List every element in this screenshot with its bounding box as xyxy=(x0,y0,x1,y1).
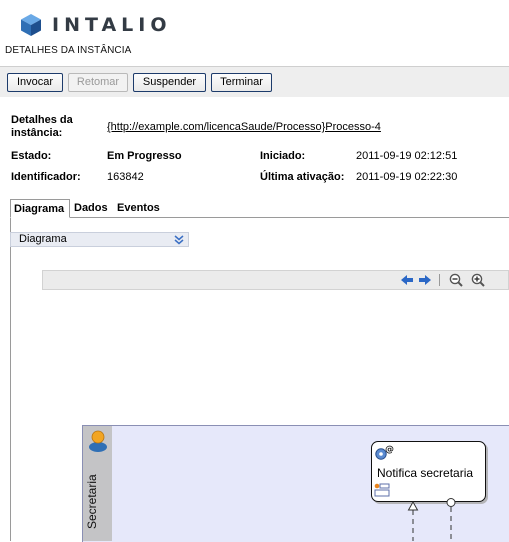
controls-divider xyxy=(439,274,440,286)
arrow-left-icon[interactable] xyxy=(400,273,414,287)
double-chevron-down-icon xyxy=(174,235,184,245)
tab-events[interactable]: Eventos xyxy=(114,199,168,217)
diagram-controls-bar xyxy=(42,270,509,290)
last-activation-label: Última ativação: xyxy=(260,171,345,183)
task-label: Notifica secretaria xyxy=(377,466,474,480)
service-gear-icon: @ xyxy=(375,445,394,460)
cube-logo-icon xyxy=(21,14,41,36)
instance-details-label: Detalhes da instância: xyxy=(11,114,73,139)
identifier-label: Identificador: xyxy=(11,171,81,183)
tab-data[interactable]: Dados xyxy=(71,199,111,217)
detail-tabs: Diagrama Dados Eventos xyxy=(10,199,509,218)
data-form-icon xyxy=(374,483,390,497)
tab-diagram[interactable]: Diagrama xyxy=(10,199,70,218)
swimlane-label: Secretaria xyxy=(85,474,99,530)
zoom-out-icon[interactable] xyxy=(449,273,463,287)
svg-text:@: @ xyxy=(385,445,394,455)
user-icon xyxy=(89,430,107,452)
arrow-right-icon[interactable] xyxy=(418,273,432,287)
brand-name: INTALIO xyxy=(52,14,172,36)
suspend-button[interactable]: Suspender xyxy=(133,73,206,92)
started-label: Iniciado: xyxy=(260,150,306,162)
state-value: Em Progresso xyxy=(107,150,182,162)
last-activation-value: 2011-09-19 02:22:30 xyxy=(356,171,458,183)
page-title: DETALHES DA INSTÂNCIA xyxy=(5,45,132,56)
brand-logo: INTALIO xyxy=(20,12,172,38)
instance-link[interactable]: {http://example.com/licencaSaude/Process… xyxy=(107,121,381,133)
state-label: Estado: xyxy=(11,150,52,162)
started-value: 2011-09-19 02:12:51 xyxy=(356,150,458,162)
task-notifica-secretaria[interactable]: @ Notifica secretaria xyxy=(371,441,486,502)
task-connectors xyxy=(407,498,456,541)
view-select-value: Diagrama xyxy=(19,233,67,245)
terminate-button[interactable]: Terminar xyxy=(211,73,272,92)
identifier-value: 163842 xyxy=(107,171,144,183)
view-select[interactable]: Diagrama xyxy=(10,232,189,247)
resume-button[interactable]: Retomar xyxy=(68,73,128,92)
action-toolbar: Invocar Retomar Suspender Terminar xyxy=(0,66,509,97)
invoke-button[interactable]: Invocar xyxy=(7,73,63,92)
zoom-in-icon[interactable] xyxy=(471,273,485,287)
